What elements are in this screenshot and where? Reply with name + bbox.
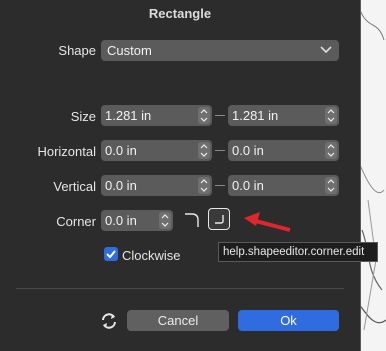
horizontal-link-line: [215, 150, 225, 151]
inverted-corner-icon: [215, 215, 224, 224]
corner-radius-field[interactable]: 0.0 in: [101, 210, 173, 231]
clockwise-label: Clockwise: [122, 248, 181, 263]
cancel-button[interactable]: Cancel: [127, 310, 229, 331]
clockwise-checkbox[interactable]: [104, 247, 118, 261]
checkmark-icon: [106, 250, 116, 259]
horizontal-field-2[interactable]: 0.0 in: [228, 140, 339, 161]
dialog-title: Rectangle: [148, 6, 212, 21]
shape-label: Shape: [58, 43, 96, 58]
size-height-value: 1.281 in: [232, 108, 279, 123]
rounded-corner-icon: [185, 213, 199, 227]
vertical-label: Vertical: [53, 179, 96, 194]
horizontal-value-1: 0.0 in: [105, 143, 137, 158]
horizontal-label: Horizontal: [37, 144, 96, 159]
corner-radius-stepper[interactable]: [159, 212, 171, 229]
vertical-value-2: 0.0 in: [232, 178, 264, 193]
vertical-field-2[interactable]: 0.0 in: [228, 175, 339, 196]
rectangle-dialog: Rectangle Shape Custom Size 1.281 in 1.2…: [0, 0, 361, 351]
size-label: Size: [70, 109, 96, 124]
reset-icon[interactable]: [99, 311, 119, 334]
ok-button[interactable]: Ok: [238, 310, 339, 331]
size-width-field[interactable]: 1.281 in: [101, 105, 212, 126]
shape-select-value: Custom: [107, 43, 152, 58]
size-height-stepper[interactable]: [325, 107, 337, 124]
corner-radius-value: 0.0 in: [105, 213, 137, 228]
horizontal-value-2: 0.0 in: [232, 143, 264, 158]
vertical-value-1: 0.0 in: [105, 178, 137, 193]
size-width-value: 1.281 in: [105, 108, 152, 123]
horizontal-stepper-2[interactable]: [325, 142, 337, 159]
vertical-field-1[interactable]: 0.0 in: [101, 175, 212, 196]
size-height-field[interactable]: 1.281 in: [228, 105, 339, 126]
vertical-link-line: [215, 185, 225, 186]
size-link-line: [215, 115, 225, 116]
size-width-stepper[interactable]: [198, 107, 210, 124]
corner-edit-tooltip: help.shapeeditor.corner.edit: [218, 242, 378, 262]
shape-select[interactable]: Custom: [101, 40, 339, 61]
corner-edit-button[interactable]: [208, 208, 230, 230]
corner-label: Corner: [56, 214, 96, 229]
vertical-stepper-1[interactable]: [198, 177, 210, 194]
horizontal-stepper-1[interactable]: [198, 142, 210, 159]
annotation-arrow-icon: [244, 212, 291, 232]
corner-round-button[interactable]: [182, 210, 202, 230]
chevron-down-icon: [319, 44, 333, 59]
divider: [16, 288, 344, 289]
horizontal-field-1[interactable]: 0.0 in: [101, 140, 212, 161]
vertical-stepper-2[interactable]: [325, 177, 337, 194]
